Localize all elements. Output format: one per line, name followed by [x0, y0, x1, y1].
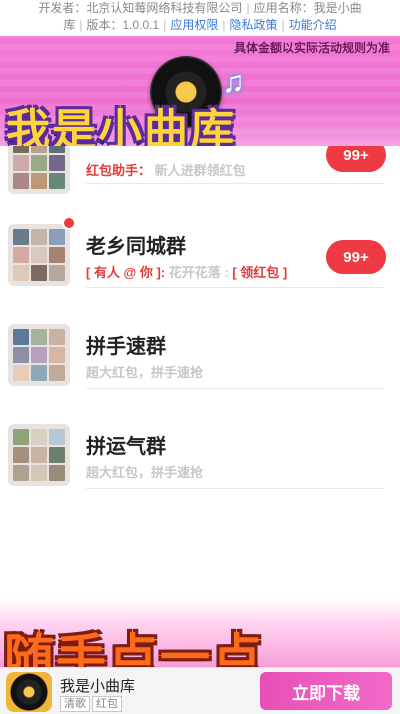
- avatar-tile: [31, 447, 47, 463]
- group-title: 老乡同城群: [86, 236, 186, 258]
- group-item[interactable]: 拼手速群 超大红包，拼手速抢: [0, 300, 400, 400]
- group-message: 超大红包，拼手速抢: [86, 365, 204, 380]
- divider: [86, 388, 384, 389]
- unread-badge: 99+: [326, 240, 386, 274]
- divider: [86, 183, 384, 184]
- avatar-tile: [49, 229, 65, 245]
- message-text: 新人进群领红包: [154, 163, 246, 178]
- avatar-tile: [31, 155, 47, 171]
- message-text: 花开花落 :: [168, 265, 229, 280]
- download-app-name: 我是小曲库: [60, 678, 136, 695]
- top-banner: 具体金额以实际活动规则为准 ♫ 我是小曲库: [0, 36, 400, 146]
- avatar-tile: [31, 329, 47, 345]
- avatar-tile: [31, 146, 47, 153]
- download-bar: 我是小曲库 清歌 红包 立即下载: [0, 667, 400, 714]
- group-item[interactable]: 拼运气群 超大红包，拼手速抢: [0, 400, 400, 500]
- group-title: 拼手速群: [86, 336, 166, 358]
- avatar-tile: [13, 229, 29, 245]
- unread-badge: 99+: [326, 146, 386, 172]
- privacy-link[interactable]: 隐私政策: [229, 18, 277, 32]
- group-item[interactable]: 老乡同城群 [ 有人 @ 你 ]: 花开花落 : [ 领红包 ] 99+: [0, 198, 400, 300]
- permissions-link[interactable]: 应用权限: [170, 18, 218, 32]
- group-title: 拼运气群: [86, 436, 166, 458]
- message-prefix: 红包助手：: [86, 163, 152, 178]
- group-avatar: [8, 424, 70, 486]
- avatar-tile: [13, 329, 29, 345]
- developer-label: 开发者：北京认知莓网络科技有限公司: [38, 1, 243, 15]
- avatar-tile: [49, 265, 65, 281]
- avatar-tile: [13, 265, 29, 281]
- avatar-tile: [49, 429, 65, 445]
- group-avatar: [8, 324, 70, 386]
- avatar-tile: [49, 347, 65, 363]
- avatar-tile: [31, 465, 47, 481]
- rules-notice: 具体金额以实际活动规则为准: [233, 41, 390, 55]
- avatar-tile: [49, 155, 65, 171]
- group-item[interactable]: 红包助手： 新人进群领红包 99+: [0, 146, 400, 198]
- avatar-tile: [13, 447, 29, 463]
- group-avatar: [8, 224, 70, 286]
- avatar-tile: [13, 465, 29, 481]
- unread-dot: [62, 216, 76, 230]
- divider: [86, 287, 384, 288]
- avatar-tile: [49, 146, 65, 153]
- app-icon: [6, 672, 52, 712]
- avatar-tile: [13, 247, 29, 263]
- group-list: 红包助手： 新人进群领红包 99+ 老乡同城群 [ 有人 @ 你 ]: 花开花落…: [0, 146, 400, 500]
- app-logo-title: 我是小曲库: [6, 106, 236, 146]
- avatar-tile: [13, 347, 29, 363]
- avatar-tile: [13, 365, 29, 381]
- avatar-tile: [49, 329, 65, 345]
- group-message: [ 有人 @ 你 ]: 花开花落 : [ 领红包 ]: [86, 262, 287, 281]
- avatar-tile: [31, 173, 47, 189]
- developer-info: 开发者：北京认知莓网络科技有限公司 | 应用名称：我是小曲库 | 版本：1.0.0.1 |…: [0, 0, 400, 36]
- avatar-tile: [13, 173, 29, 189]
- bottom-banner: 随手点一点: [0, 600, 400, 670]
- avatar-tile: [13, 429, 29, 445]
- mention-prefix: [ 有人 @ 你 ]:: [86, 265, 166, 280]
- app-tag: 清歌: [60, 696, 90, 712]
- avatar-tile: [31, 365, 47, 381]
- version-label: 版本：1.0.0.1: [86, 18, 160, 32]
- features-link[interactable]: 功能介绍: [289, 18, 337, 32]
- group-message: 红包助手： 新人进群领红包: [86, 160, 246, 179]
- avatar-tile: [31, 265, 47, 281]
- app-tag: 红包: [92, 696, 122, 712]
- avatar-tile: [13, 146, 29, 153]
- download-button[interactable]: 立即下载: [260, 672, 392, 710]
- avatar-tile: [49, 365, 65, 381]
- red-packet-tag: [ 领红包 ]: [232, 265, 288, 280]
- avatar-tile: [31, 347, 47, 363]
- avatar-tile: [31, 429, 47, 445]
- group-avatar: [8, 146, 70, 194]
- avatar-tile: [31, 247, 47, 263]
- group-message: 超大红包，拼手速抢: [86, 465, 204, 480]
- banner-slogan: 随手点一点: [4, 630, 264, 670]
- avatar-tile: [49, 447, 65, 463]
- avatar-tile: [31, 229, 47, 245]
- avatar-tile: [13, 155, 29, 171]
- avatar-tile: [49, 465, 65, 481]
- avatar-tile: [49, 173, 65, 189]
- avatar-tile: [49, 247, 65, 263]
- divider: [86, 488, 384, 489]
